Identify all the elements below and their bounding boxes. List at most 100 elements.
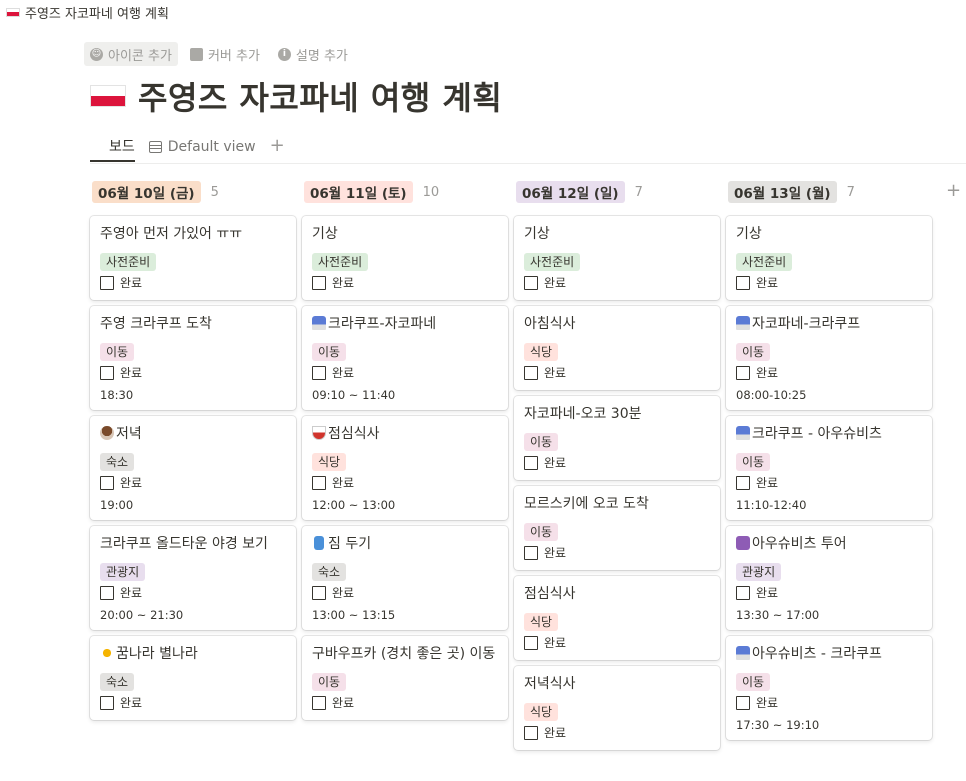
done-checkbox-row: 완료 xyxy=(100,694,286,712)
done-checkbox[interactable] xyxy=(736,366,750,380)
card-time: 08:00-10:25 xyxy=(736,388,807,402)
add-cover-label: 커버 추가 xyxy=(207,48,260,64)
board-card[interactable]: 자코파네-오코 30분 이동 완료 xyxy=(514,396,720,480)
board-card[interactable]: 자코파네-크라쿠프 이동 완료 08:00-10:25 xyxy=(726,306,932,410)
done-checkbox[interactable] xyxy=(100,586,114,600)
card-title: 자코파네-오코 30분 xyxy=(524,404,710,425)
add-description-label: 설명 추가 xyxy=(295,48,348,64)
category-tag: 숙소 xyxy=(312,563,347,581)
column-header[interactable]: 06월 13일 (월) 7 xyxy=(726,180,932,204)
done-checkbox[interactable] xyxy=(524,366,538,380)
board-card[interactable]: 주영아 먼저 가있어 ㅠㅠ 사전준비 완료 xyxy=(90,216,296,300)
board-card[interactable]: 크라쿠프 - 아우슈비츠 이동 완료 11:10-12:40 xyxy=(726,416,932,520)
card-title: 짐 두기 xyxy=(312,534,498,555)
board-column: 06월 11일 (토) 10 기상 사전준비 완료 크라쿠프-자코파네 이동 완료 09:10 … xyxy=(302,180,508,750)
done-checkbox[interactable] xyxy=(736,276,750,290)
page-actions: ☺ 아이콘 추가 커버 추가 i 설명 추가 xyxy=(84,42,354,66)
poland-flag-icon[interactable] xyxy=(90,85,126,107)
column-header[interactable]: 06월 10일 (금) 5 xyxy=(90,180,296,204)
card-title-text: 아우슈비츠 - 크라쿠프 xyxy=(752,646,882,662)
done-checkbox-row: 완료 xyxy=(100,274,286,292)
tab-default-view[interactable]: Default view xyxy=(148,132,256,162)
card-title-text: 아우슈비츠 투어 xyxy=(752,536,847,552)
done-label: 완료 xyxy=(120,476,143,490)
card-title-text: 기상 xyxy=(524,226,550,242)
done-checkbox[interactable] xyxy=(736,696,750,710)
done-checkbox[interactable] xyxy=(524,456,538,470)
board-card[interactable]: 기상 사전준비 완료 xyxy=(514,216,720,300)
add-icon-button[interactable]: ☺ 아이콘 추가 xyxy=(84,42,178,66)
done-checkbox[interactable] xyxy=(312,276,326,290)
bus-icon xyxy=(736,316,750,330)
add-description-button[interactable]: i 설명 추가 xyxy=(272,42,354,66)
card-title: 크라쿠프 올드타운 야경 보기 xyxy=(100,534,286,555)
category-tag: 사전준비 xyxy=(736,253,793,271)
card-title: 모르스키에 오코 도착 xyxy=(524,494,710,515)
done-checkbox[interactable] xyxy=(524,636,538,650)
board-card[interactable]: 아우슈비츠 - 크라쿠프 이동 완료 17:30 ~ 19:10 xyxy=(726,636,932,740)
board-card[interactable]: 아우슈비츠 투어 관광지 완료 13:30 ~ 17:00 xyxy=(726,526,932,630)
card-title: 주영아 먼저 가있어 ㅠㅠ xyxy=(100,224,286,245)
board-card[interactable]: 점심식사 식당 완료 xyxy=(514,576,720,660)
board-column: 06월 13일 (월) 7 기상 사전준비 완료 자코파네-크라쿠프 이동 완료 08:00-1… xyxy=(726,180,932,750)
card-title: 자코파네-크라쿠프 xyxy=(736,314,922,335)
tab-board[interactable]: 보드 xyxy=(90,132,193,332)
done-checkbox[interactable] xyxy=(524,546,538,560)
table-view-icon xyxy=(148,141,162,153)
done-label: 완료 xyxy=(544,546,567,560)
category-tag: 사전준비 xyxy=(524,253,581,271)
category-tag: 숙소 xyxy=(100,673,135,691)
page-title[interactable]: 주영즈 자코파네 여행 계획 xyxy=(138,73,502,119)
done-checkbox-row: 완료 xyxy=(736,694,922,712)
add-cover-button[interactable]: 커버 추가 xyxy=(184,42,266,66)
board-card[interactable]: 점심식사 식당 완료 12:00 ~ 13:00 xyxy=(302,416,508,520)
column-header[interactable]: 06월 12일 (일) 7 xyxy=(514,180,720,204)
board-card[interactable]: 크라쿠프-자코파네 이동 완료 09:10 ~ 11:40 xyxy=(302,306,508,410)
done-label: 완료 xyxy=(332,476,355,490)
museum-icon xyxy=(736,536,750,550)
board-card[interactable]: 크라쿠프 올드타운 야경 보기 관광지 완료 20:00 ~ 21:30 xyxy=(90,526,296,630)
done-label: 완료 xyxy=(332,696,355,710)
done-checkbox[interactable] xyxy=(100,366,114,380)
add-group-button[interactable]: + xyxy=(946,180,961,201)
board-card[interactable]: 저녁 숙소 완료 19:00 xyxy=(90,416,296,520)
board-card[interactable]: 짐 두기 숙소 완료 13:00 ~ 13:15 xyxy=(302,526,508,630)
done-checkbox[interactable] xyxy=(312,586,326,600)
done-checkbox[interactable] xyxy=(736,586,750,600)
card-time: 19:00 xyxy=(100,498,134,512)
done-checkbox[interactable] xyxy=(100,696,114,710)
image-icon xyxy=(189,47,203,61)
breadcrumb-title: 주영즈 자코파네 여행 계획 xyxy=(25,6,169,22)
column-header[interactable]: 06월 11일 (토) 10 xyxy=(302,180,508,204)
card-title-text: 기상 xyxy=(736,226,762,242)
card-title: 아침식사 xyxy=(524,314,710,335)
done-checkbox[interactable] xyxy=(524,726,538,740)
done-checkbox[interactable] xyxy=(100,476,114,490)
board-card[interactable]: 꿈나라 별나라 숙소 완료 xyxy=(90,636,296,720)
column-count: 5 xyxy=(210,184,219,200)
board-card[interactable]: 기상 사전준비 완료 xyxy=(302,216,508,300)
done-label: 완료 xyxy=(756,366,779,380)
card-title: 저녁식사 xyxy=(524,674,710,695)
add-view-button[interactable]: + xyxy=(270,132,285,160)
done-checkbox[interactable] xyxy=(736,476,750,490)
board-card[interactable]: 구바우프카 (경치 좋은 곳) 이동 이동 완료 xyxy=(302,636,508,720)
done-checkbox[interactable] xyxy=(312,696,326,710)
board-card[interactable]: 아침식사 식당 완료 xyxy=(514,306,720,390)
done-label: 완료 xyxy=(544,636,567,650)
board-card[interactable]: 모르스키에 오코 도착 이동 완료 xyxy=(514,486,720,570)
board-card[interactable]: 주영 크라쿠프 도착 이동 완료 18:30 xyxy=(90,306,296,410)
done-checkbox-row: 완료 xyxy=(100,474,286,492)
done-checkbox[interactable] xyxy=(312,476,326,490)
done-checkbox[interactable] xyxy=(524,276,538,290)
category-tag: 관광지 xyxy=(100,563,146,581)
board-card[interactable]: 저녁식사 식당 완료 xyxy=(514,666,720,750)
breadcrumb[interactable]: 주영즈 자코파네 여행 계획 xyxy=(0,0,169,24)
done-checkbox-row: 완료 xyxy=(524,454,710,472)
coffee-icon xyxy=(100,426,114,440)
board-card[interactable]: 기상 사전준비 완료 xyxy=(726,216,932,300)
done-checkbox[interactable] xyxy=(100,276,114,290)
card-title: 점심식사 xyxy=(524,584,710,605)
done-checkbox[interactable] xyxy=(312,366,326,380)
category-tag: 사전준비 xyxy=(312,253,369,271)
